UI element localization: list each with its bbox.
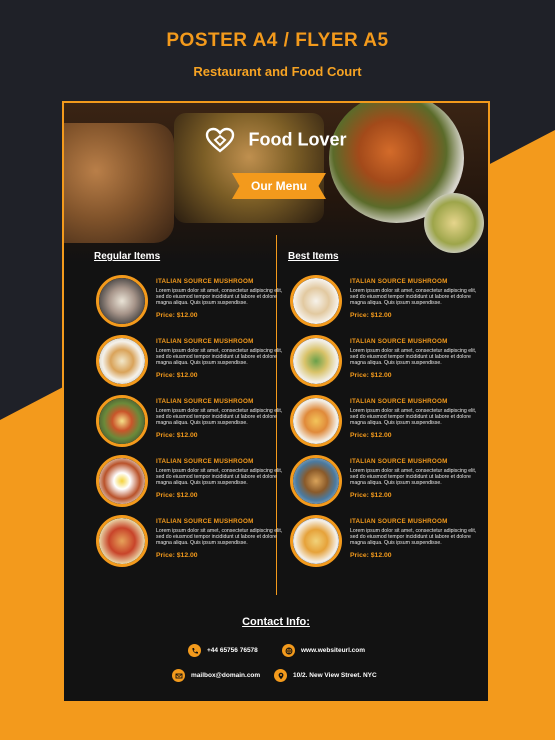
item-price: Price: $12.00 [156, 371, 198, 379]
menu-item: ITALIAN SOURCE MUSHROOM Lorem ipsum dolo… [94, 515, 294, 575]
regular-items-column: Regular Items ITALIAN SOURCE MUSHROOM Lo… [94, 251, 294, 575]
globe-icon [282, 644, 295, 657]
column-title: Best Items [288, 251, 339, 262]
column-title: Regular Items [94, 251, 161, 262]
item-description: Lorem ipsum dolor sit amet, consectetur … [350, 528, 477, 547]
menu-item: ITALIAN SOURCE MUSHROOM Lorem ipsum dolo… [94, 275, 294, 335]
item-price: Price: $12.00 [350, 311, 392, 319]
item-description: Lorem ipsum dolor sit amet, consectetur … [350, 348, 477, 367]
item-price: Price: $12.00 [156, 311, 198, 319]
best-items-column: Best Items ITALIAN SOURCE MUSHROOM Lorem… [288, 251, 488, 575]
contact-email: mailbox@domain.com [172, 669, 260, 682]
menu-item: ITALIAN SOURCE MUSHROOM Lorem ipsum dolo… [288, 335, 488, 395]
dish-photo [96, 455, 148, 507]
menu-item: ITALIAN SOURCE MUSHROOM Lorem ipsum dolo… [288, 455, 488, 515]
item-price: Price: $12.00 [156, 431, 198, 439]
dish-photo [96, 395, 148, 447]
location-icon [274, 669, 287, 682]
food-photo-sauce [424, 193, 484, 253]
item-price: Price: $12.00 [156, 551, 198, 559]
item-price: Price: $12.00 [350, 431, 392, 439]
item-description: Lorem ipsum dolor sit amet, consectetur … [156, 528, 283, 547]
contact-phone: +44 65756 76578 [188, 644, 258, 657]
item-name: ITALIAN SOURCE MUSHROOM [350, 278, 448, 285]
item-name: ITALIAN SOURCE MUSHROOM [156, 398, 254, 405]
item-name: ITALIAN SOURCE MUSHROOM [156, 338, 254, 345]
item-name: ITALIAN SOURCE MUSHROOM [156, 278, 254, 285]
contact-website: www.websiteurl.com [282, 644, 365, 657]
item-description: Lorem ipsum dolor sit amet, consectetur … [156, 408, 283, 427]
item-price: Price: $12.00 [350, 551, 392, 559]
menu-poster: Food Lover Our Menu Regular Items ITALIA… [62, 101, 490, 703]
phone-number: +44 65756 76578 [207, 647, 258, 654]
header: POSTER A4 / FLYER A5 Restaurant and Food… [0, 30, 555, 79]
email-address: mailbox@domain.com [191, 672, 261, 679]
item-price: Price: $12.00 [350, 491, 392, 499]
dish-photo [96, 335, 148, 387]
item-description: Lorem ipsum dolor sit amet, consectetur … [156, 288, 283, 307]
item-name: ITALIAN SOURCE MUSHROOM [156, 518, 254, 525]
item-description: Lorem ipsum dolor sit amet, consectetur … [350, 408, 477, 427]
brand-name: Food Lover [248, 129, 347, 150]
item-description: Lorem ipsum dolor sit amet, consectetur … [156, 348, 283, 367]
dish-photo [290, 395, 342, 447]
item-price: Price: $12.00 [350, 371, 392, 379]
dish-photo [96, 515, 148, 567]
item-name: ITALIAN SOURCE MUSHROOM [350, 398, 448, 405]
street-address: 10/2. New View Street. NYC [293, 672, 377, 679]
dish-photo [290, 335, 342, 387]
contact-address: 10/2. New View Street. NYC [274, 669, 377, 682]
item-description: Lorem ipsum dolor sit amet, consectetur … [156, 468, 283, 487]
item-description: Lorem ipsum dolor sit amet, consectetur … [350, 468, 477, 487]
dish-photo [290, 275, 342, 327]
menu-item: ITALIAN SOURCE MUSHROOM Lorem ipsum dolo… [94, 455, 294, 515]
phone-icon [188, 644, 201, 657]
item-name: ITALIAN SOURCE MUSHROOM [350, 518, 448, 525]
item-name: ITALIAN SOURCE MUSHROOM [350, 458, 448, 465]
menu-item: ITALIAN SOURCE MUSHROOM Lorem ipsum dolo… [94, 395, 294, 455]
contact-title: Contact Info: [242, 616, 310, 628]
menu-item: ITALIAN SOURCE MUSHROOM Lorem ipsum dolo… [288, 515, 488, 575]
item-price: Price: $12.00 [156, 491, 198, 499]
dish-photo [290, 515, 342, 567]
mail-icon [172, 669, 185, 682]
item-description: Lorem ipsum dolor sit amet, consectetur … [350, 288, 477, 307]
dish-photo [290, 455, 342, 507]
menu-item: ITALIAN SOURCE MUSHROOM Lorem ipsum dolo… [288, 395, 488, 455]
brand-logo: Food Lover [64, 127, 488, 153]
item-name: ITALIAN SOURCE MUSHROOM [350, 338, 448, 345]
website-url: www.websiteurl.com [301, 647, 366, 654]
dish-photo [96, 275, 148, 327]
our-menu-ribbon: Our Menu [232, 173, 326, 199]
heart-icon [206, 127, 235, 153]
menu-item: ITALIAN SOURCE MUSHROOM Lorem ipsum dolo… [94, 335, 294, 395]
menu-item: ITALIAN SOURCE MUSHROOM Lorem ipsum dolo… [288, 275, 488, 335]
header-title: POSTER A4 / FLYER A5 [166, 30, 389, 51]
item-name: ITALIAN SOURCE MUSHROOM [156, 458, 254, 465]
header-subtitle: Restaurant and Food Court [193, 64, 362, 79]
